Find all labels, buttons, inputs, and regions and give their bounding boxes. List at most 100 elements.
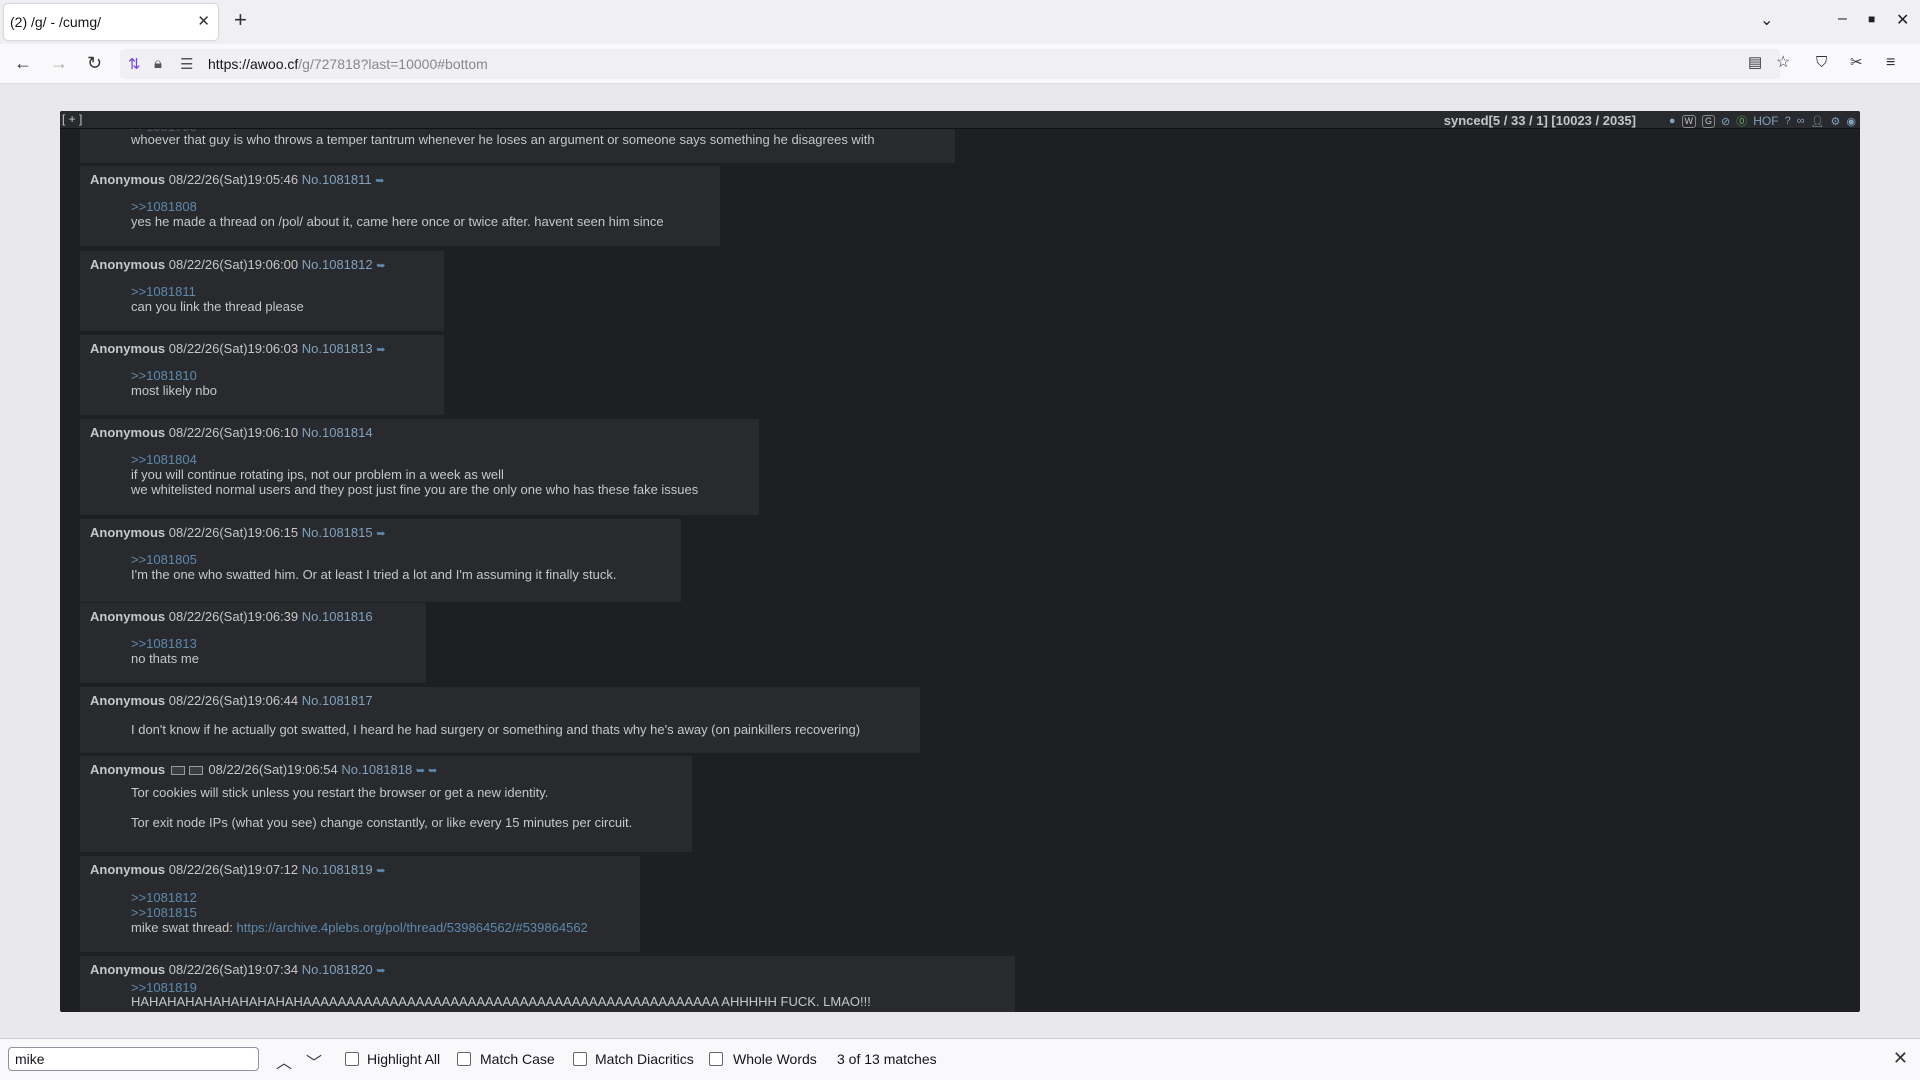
find-input[interactable]	[8, 1047, 259, 1071]
thread-page[interactable]: [ + ] synced[5 / 33 / 1] [10023 / 2035] …	[60, 111, 1860, 1012]
new-tab-icon[interactable]: +	[234, 8, 247, 32]
post-text: most likely nbo	[131, 383, 217, 398]
post: Anonymous 08/22/26(Sat)19:06:03 No.10818…	[80, 335, 444, 415]
expand-toggle[interactable]: [ + ]	[62, 112, 82, 126]
quote-link[interactable]: >>1081811	[131, 284, 196, 299]
reply-arrow-icon[interactable]: ➥	[376, 865, 385, 877]
post-number[interactable]: No.1081811	[302, 172, 372, 187]
shield-icon[interactable]: ⛉	[1816, 53, 1827, 73]
post-number[interactable]: No.1081814	[302, 425, 373, 440]
thread-header: [ + ] synced[5 / 33 / 1] [10023 / 2035] …	[60, 111, 1860, 129]
tab-active[interactable]: (2) /g/ - /cumg/ ✕	[4, 4, 218, 40]
post-date: 08/22/26(Sat)19:06:44	[168, 693, 299, 708]
match-count: 3 of 13 matches	[837, 1051, 937, 1067]
reply-arrow-icon[interactable]: ➥	[376, 344, 385, 356]
tab-list-icon[interactable]: ⌄	[1760, 10, 1773, 30]
url-path: /g/727818?last=10000#bottom	[298, 56, 488, 72]
extensions-icon[interactable]: ✂	[1850, 53, 1863, 73]
post-number[interactable]: No.1081813	[302, 341, 373, 356]
whole-words-label[interactable]: Whole Words	[733, 1051, 817, 1067]
find-previous-icon[interactable]: ︿	[276, 1049, 292, 1073]
post: Anonymous 08/22/26(Sat)19:06:15 No.10818…	[80, 519, 681, 602]
reply-arrow-icon[interactable]: ➥ ➥	[416, 765, 438, 777]
user-icon[interactable]: 👤︎	[1811, 115, 1825, 128]
forward-icon[interactable]: →	[50, 53, 68, 73]
quote-link[interactable]: >>1081819	[131, 980, 197, 995]
quote-link[interactable]: >>1081813	[131, 636, 197, 651]
post-date: 08/22/26(Sat)19:06:10	[168, 425, 299, 440]
post-number[interactable]: No.1081812	[302, 257, 373, 272]
post-number[interactable]: No.1081818	[341, 762, 412, 777]
post-text: if you will continue rotating ips, not o…	[131, 467, 504, 482]
reply-arrow-icon[interactable]: ➥	[376, 528, 385, 540]
menu-icon[interactable]: ≡	[1886, 53, 1895, 73]
navigation-bar: ← → ↻ ⇅ 🔒︎ ☰ https://awoo.cf/g/727818?la…	[0, 44, 1920, 84]
link-icon[interactable]: ∞	[1797, 115, 1805, 127]
no-image-icon[interactable]: ⊘	[1721, 115, 1730, 128]
close-find-icon[interactable]: ✕	[1893, 1048, 1908, 1069]
post-date: 08/22/26(Sat)19:06:03	[168, 341, 299, 356]
post-number[interactable]: No.1081817	[302, 693, 373, 708]
post-header: Anonymous 08/22/26(Sat)19:06:54 No.10818…	[90, 762, 437, 777]
quote-link[interactable]: >>1081808	[131, 199, 197, 214]
bell-icon[interactable]: ●	[1669, 115, 1676, 127]
close-window-icon[interactable]: ✕	[1896, 10, 1909, 30]
post-date: 08/22/26(Sat)19:05:46	[168, 172, 299, 187]
post-date: 08/22/26(Sat)19:06:39	[168, 609, 299, 624]
post-header: Anonymous 08/22/26(Sat)19:06:10 No.10818…	[90, 425, 373, 440]
post-header: Anonymous 08/22/26(Sat)19:07:12 No.10818…	[90, 862, 385, 877]
maximize-icon[interactable]: ■	[1868, 12, 1875, 26]
poster-name: Anonymous	[90, 172, 166, 187]
post: Anonymous 08/22/26(Sat)19:06:00 No.10818…	[80, 251, 444, 331]
post-number[interactable]: No.1081820	[302, 962, 373, 977]
help-icon[interactable]: ?	[1785, 115, 1791, 127]
post-number[interactable]: No.1081819	[302, 862, 373, 877]
eye-icon[interactable]: ◉	[1846, 115, 1856, 128]
lock-icon[interactable]: 🔒︎	[154, 55, 162, 72]
post-header: Anonymous 08/22/26(Sat)19:06:03 No.10818…	[90, 341, 385, 356]
poster-name: Anonymous	[90, 862, 166, 877]
flag-icon	[188, 766, 203, 776]
post-number[interactable]: No.1081816	[302, 609, 373, 624]
settings-icon[interactable]: ⚙	[1831, 115, 1841, 128]
match-case-label[interactable]: Match Case	[480, 1051, 555, 1067]
post-date: 08/22/26(Sat)19:06:15	[168, 525, 299, 540]
post-number[interactable]: No.1081815	[302, 525, 373, 540]
match-diacritics-label[interactable]: Match Diacritics	[595, 1051, 694, 1067]
back-icon[interactable]: ←	[14, 53, 32, 73]
g-button[interactable]: G	[1702, 114, 1716, 128]
w-button[interactable]: W	[1681, 114, 1696, 128]
quote-link[interactable]: >>1081810	[131, 368, 197, 383]
close-tab-icon[interactable]: ✕	[197, 12, 210, 30]
find-next-icon[interactable]: ﹀	[306, 1049, 322, 1073]
post-text: we whitelisted normal users and they pos…	[131, 482, 699, 497]
quote-link[interactable]: >>1081805	[131, 552, 197, 567]
reply-arrow-icon[interactable]: ➥	[376, 260, 385, 272]
hof-link[interactable]: HOF	[1753, 114, 1778, 128]
bookmark-star-icon[interactable]: ☆	[1776, 53, 1790, 73]
whole-words-checkbox[interactable]	[709, 1052, 723, 1066]
poster-name: Anonymous	[90, 257, 166, 272]
reply-arrow-icon[interactable]: ➥	[376, 965, 385, 977]
permissions-icon[interactable]: ☰	[180, 55, 193, 73]
reload-icon[interactable]: ↻	[87, 53, 102, 73]
quote-link[interactable]: >>1081812	[131, 890, 197, 905]
post-date: 08/22/26(Sat)19:07:12	[168, 862, 299, 877]
highlight-all-checkbox[interactable]	[345, 1052, 359, 1066]
match-case-checkbox[interactable]	[457, 1052, 471, 1066]
find-bar: ︿ ﹀ Highlight All Match Case Match Diacr…	[0, 1038, 1920, 1080]
quote-link[interactable]: >>1081815	[131, 905, 197, 920]
extension-icon[interactable]: ⇅	[128, 55, 141, 73]
highlight-all-label[interactable]: Highlight All	[367, 1051, 440, 1067]
header-icons: ● W G ⊘ ⓪ HOF ? ∞ 👤︎ ⚙ ◉	[1669, 113, 1856, 129]
poster-name: Anonymous	[90, 693, 166, 708]
quote-link[interactable]: >>1081804	[131, 452, 197, 467]
match-diacritics-checkbox[interactable]	[573, 1052, 587, 1066]
post: Anonymous 08/22/26(Sat)19:06:10 No.10818…	[80, 419, 759, 515]
post-text: I'm the one who swatted him. Or at least…	[131, 567, 617, 582]
url-bar[interactable]: ⇅ 🔒︎ ☰ https://awoo.cf/g/727818?last=100…	[120, 49, 1780, 79]
archive-link[interactable]: https://archive.4plebs.org/pol/thread/53…	[237, 920, 588, 935]
minimize-icon[interactable]: –	[1838, 10, 1847, 28]
reader-view-icon[interactable]: ▤	[1748, 53, 1762, 73]
reply-arrow-icon[interactable]: ➥	[375, 175, 384, 187]
